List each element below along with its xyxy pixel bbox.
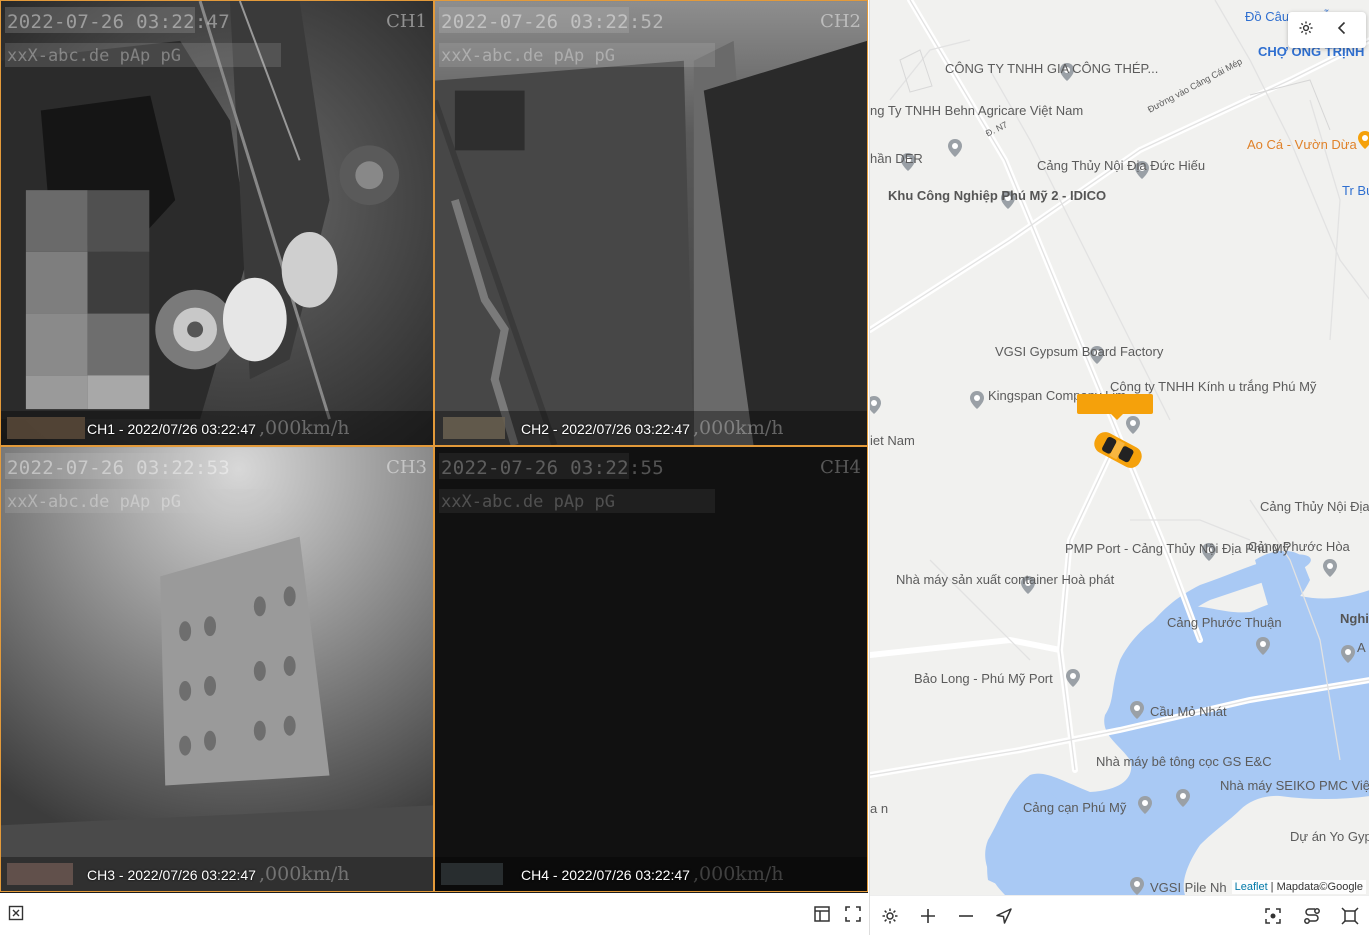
- poi-label[interactable]: hần DER: [870, 152, 923, 166]
- camera-caption: CH3 - 2022/07/26 03:22:47: [87, 867, 256, 883]
- poi-label[interactable]: VGSI Pile Nh: [1150, 881, 1227, 895]
- osd-channel: CH3: [386, 457, 427, 478]
- camera-tile-ch2[interactable]: 2022-07-26 03:22:52 CH2 xxX-abc.de pAp p…: [434, 0, 868, 446]
- map-pin-icon[interactable]: [1320, 558, 1340, 578]
- map-pin-icon[interactable]: [1338, 644, 1358, 664]
- camera-feed-ch2: [435, 1, 867, 445]
- map-pin-icon[interactable]: [1127, 876, 1147, 895]
- camera-feed-ch4: [435, 447, 867, 891]
- leaflet-link[interactable]: Leaflet: [1235, 881, 1268, 893]
- osd-speed: ,000km/h: [693, 863, 784, 885]
- osd-timestamp: 2022-07-26 03:22:52: [441, 11, 665, 33]
- map-control-group: [1288, 12, 1366, 48]
- poi-label[interactable]: Tr Bus: [1342, 184, 1369, 198]
- attribution-separator: |: [1267, 881, 1277, 893]
- poi-label[interactable]: PMP Port - Cảng Thủy Nội Địa Phú Mỹ: [1065, 542, 1289, 556]
- gear-icon[interactable]: [880, 906, 900, 926]
- redacted-plate: [443, 417, 505, 439]
- camera-caption: CH2 - 2022/07/26 03:22:47: [521, 421, 690, 437]
- camera-tile-ch4[interactable]: 2022-07-26 03:22:55 CH4 xxX-abc.de pAp p…: [434, 446, 868, 892]
- poi-label[interactable]: VGSI Gypsum Board Factory: [995, 345, 1163, 359]
- chevron-left-icon[interactable]: [1332, 20, 1352, 40]
- osd-device-name: xxX-abc.de pAp pG: [441, 492, 615, 512]
- poi-label[interactable]: Nghi: [1340, 612, 1369, 626]
- poi-label[interactable]: Cầu Mỏ Nhát: [1150, 705, 1227, 719]
- video-panel: 2022-07-26 03:22:47 CH1 xxX-abc.de pAp p…: [0, 0, 869, 935]
- poi-label[interactable]: ng Ty TNHH Behn Agricare Việt Nam: [870, 104, 1083, 118]
- map-panel: Đồ Câu Nguyễn CHỢ ONG TRỊNH CÔNG TY TNHH…: [869, 0, 1369, 935]
- map-pin-icon[interactable]: [945, 138, 965, 158]
- plus-icon[interactable]: [918, 906, 938, 926]
- video-toolbar: [0, 893, 869, 935]
- osd-timestamp: 2022-07-26 03:22:47: [7, 11, 231, 33]
- close-box-icon[interactable]: [7, 905, 25, 923]
- map-pin-icon[interactable]: [1063, 668, 1083, 688]
- fullscreen-icon[interactable]: [844, 905, 862, 923]
- poi-label[interactable]: a n: [870, 802, 888, 816]
- attribution-text: Mapdata©Google: [1276, 881, 1363, 893]
- osd-channel: CH4: [820, 457, 861, 478]
- route-icon[interactable]: [1302, 906, 1322, 926]
- poi-label[interactable]: Cảng Thủy Nội Địa Đức Hạnh: [1260, 500, 1369, 514]
- app-window: 2022-07-26 03:22:47 CH1 xxX-abc.de pAp p…: [0, 0, 1369, 935]
- fit-bounds-icon[interactable]: [1263, 906, 1283, 926]
- layout-icon[interactable]: [813, 905, 831, 923]
- camera-caption: CH1 - 2022/07/26 03:22:47: [87, 421, 256, 437]
- poi-label[interactable]: Cảng Phước Thuận: [1167, 616, 1282, 630]
- map-view[interactable]: Đồ Câu Nguyễn CHỢ ONG TRỊNH CÔNG TY TNHH…: [870, 0, 1369, 895]
- expand-icon[interactable]: [1340, 906, 1360, 926]
- poi-label[interactable]: iet Nam: [870, 434, 915, 448]
- map-pin-icon[interactable]: [870, 395, 884, 415]
- osd-timestamp: 2022-07-26 03:22:55: [441, 457, 665, 479]
- map-pin-icon[interactable]: [967, 390, 987, 410]
- poi-label[interactable]: CÔNG TY TNHH GIA CÔNG THÉP...: [945, 62, 1158, 76]
- gear-icon[interactable]: [1296, 20, 1316, 40]
- map-pin-icon[interactable]: [1135, 795, 1155, 815]
- poi-label[interactable]: Dự án Yo Gypsum Việ: [1290, 830, 1369, 844]
- map-pin-icon[interactable]: [1253, 636, 1273, 656]
- vehicle-plate-label[interactable]: [1077, 394, 1153, 420]
- poi-label[interactable]: Ao Cá - Vườn Dừa: [1247, 138, 1357, 152]
- poi-label[interactable]: Công ty TNHH Kính u trắng Phú Mỹ: [1110, 380, 1316, 394]
- map-toolbar: [870, 895, 1369, 935]
- osd-timestamp: 2022-07-26 03:22:53: [7, 457, 231, 479]
- camera-feed-ch3: [1, 447, 433, 891]
- poi-label[interactable]: Cảng Thủy Nội Địa Đức Hiếu: [1037, 159, 1205, 173]
- poi-label[interactable]: Nhà máy bê tông cọc GS E&C: [1096, 755, 1272, 769]
- navigation-arrow-icon[interactable]: [994, 906, 1014, 926]
- redacted-plate: [441, 863, 503, 885]
- osd-device-name: xxX-abc.de pAp pG: [7, 46, 181, 66]
- osd-speed: ,000km/h: [259, 863, 350, 885]
- redacted-plate: [7, 863, 73, 885]
- minus-icon[interactable]: [956, 906, 976, 926]
- osd-speed: ,000km/h: [693, 417, 784, 439]
- osd-channel: CH2: [820, 11, 861, 32]
- poi-label[interactable]: Kingspan Company Lim: [988, 389, 1126, 403]
- poi-label[interactable]: Nhà máy sản xuất container Hoà phát: [896, 573, 1114, 587]
- camera-tile-ch3[interactable]: 2022-07-26 03:22:53 CH3 xxX-abc.de pAp p…: [0, 446, 434, 892]
- osd-device-name: xxX-abc.de pAp pG: [7, 492, 181, 512]
- poi-label[interactable]: Khu Công Nghiệp Phú Mỹ 2 - IDICO: [888, 189, 1106, 203]
- map-attribution: Leaflet | Mapdata©Google: [1231, 880, 1366, 894]
- camera-tile-ch1[interactable]: 2022-07-26 03:22:47 CH1 xxX-abc.de pAp p…: [0, 0, 434, 446]
- osd-channel: CH1: [386, 11, 427, 32]
- map-pin-orange-icon[interactable]: [1355, 130, 1369, 150]
- poi-label[interactable]: Nhà máy SEIKO PMC Việt Nam: [1220, 779, 1369, 793]
- map-pin-icon[interactable]: [1123, 415, 1143, 435]
- osd-device-name: xxX-abc.de pAp pG: [441, 46, 615, 66]
- redacted-plate: [7, 417, 85, 439]
- poi-label[interactable]: A N: [1357, 641, 1369, 655]
- osd-speed: ,000km/h: [259, 417, 350, 439]
- map-pin-icon[interactable]: [1127, 700, 1147, 720]
- camera-caption: CH4 - 2022/07/26 03:22:47: [521, 867, 690, 883]
- camera-feed-ch1: [1, 1, 433, 445]
- poi-label[interactable]: Cảng cạn Phú Mỹ: [1023, 801, 1126, 815]
- video-grid: 2022-07-26 03:22:47 CH1 xxX-abc.de pAp p…: [0, 0, 868, 893]
- poi-label[interactable]: Bảo Long - Phú Mỹ Port: [914, 672, 1053, 686]
- map-pin-icon[interactable]: [1173, 788, 1193, 808]
